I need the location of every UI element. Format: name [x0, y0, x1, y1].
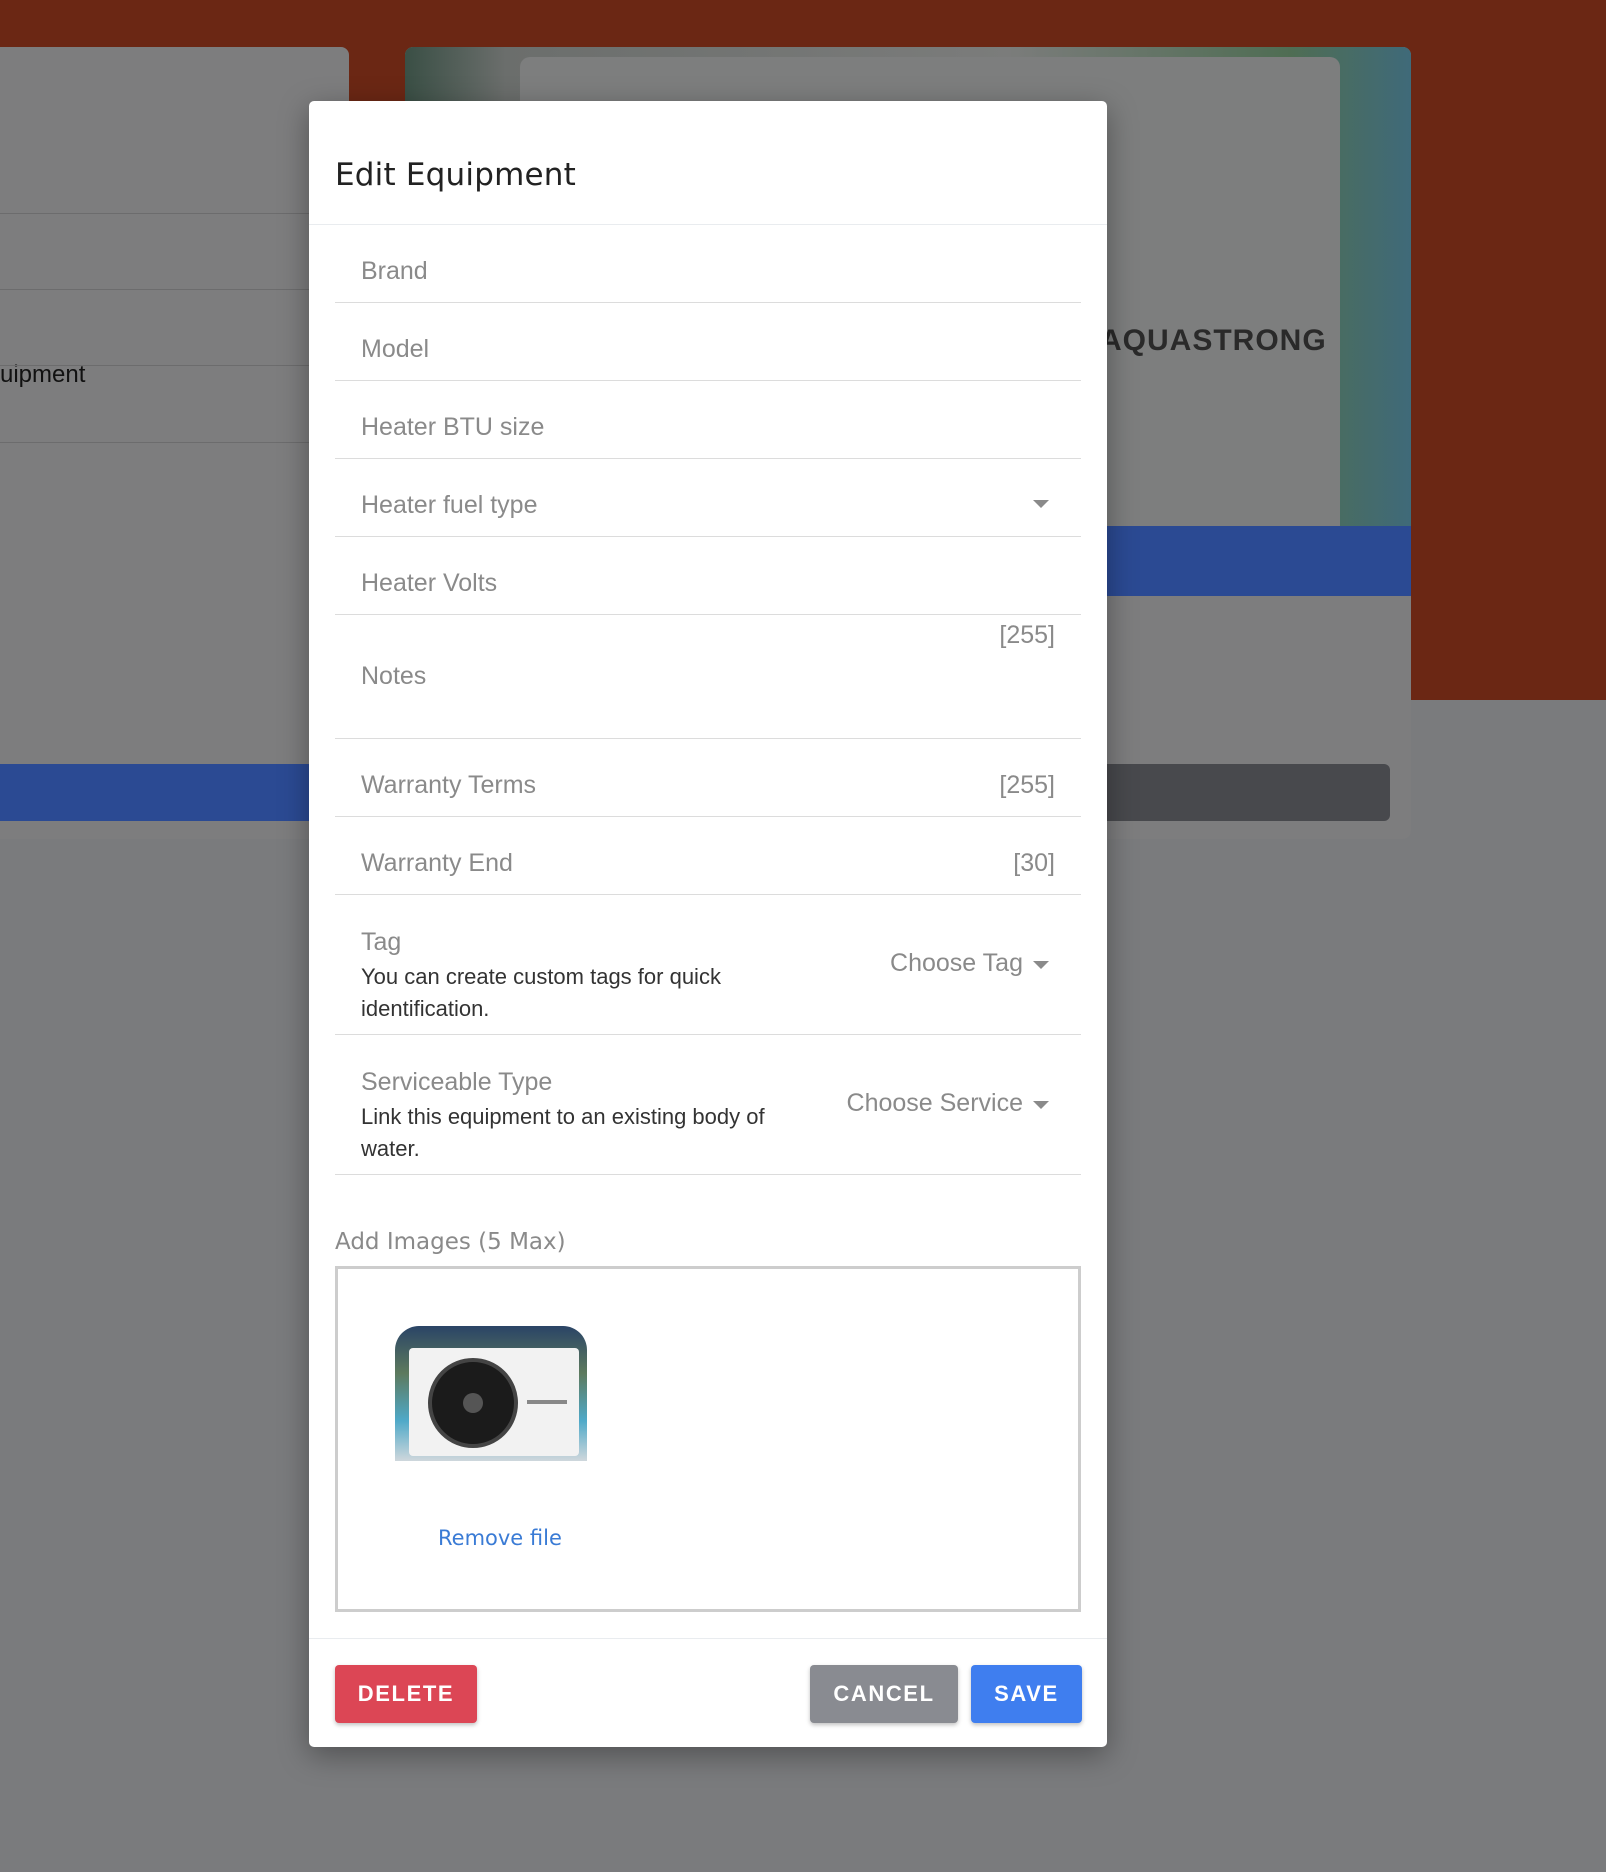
tag-help-text: You can create custom tags for quick ide… — [361, 964, 721, 1021]
heater-fuel-select[interactable]: Heater fuel type — [335, 459, 1081, 537]
modal-title: Edit Equipment — [335, 157, 576, 193]
serviceable-type-label: Serviceable Type — [361, 1068, 553, 1096]
warranty-terms-field[interactable]: Warranty Terms [255] — [335, 739, 1081, 817]
warranty-end-placeholder: Warranty End — [361, 849, 513, 877]
modal-header: Edit Equipment — [309, 101, 1107, 225]
image-dropzone[interactable]: Remove file — [335, 1266, 1081, 1612]
divider — [0, 442, 349, 443]
heater-fuel-placeholder: Heater fuel type — [361, 491, 538, 519]
chevron-down-icon[interactable] — [1033, 1101, 1049, 1109]
brand-field[interactable]: Brand — [335, 225, 1081, 303]
notes-field[interactable]: Notes [255] — [335, 615, 1081, 739]
cancel-button[interactable]: CANCEL — [810, 1665, 958, 1723]
serviceable-type-help-text: Link this equipment to an existing body … — [361, 1104, 765, 1161]
chevron-down-icon — [1033, 500, 1049, 508]
uploaded-image-thumbnail — [395, 1326, 587, 1461]
fan-hub-graphic — [463, 1393, 483, 1413]
warranty-terms-placeholder: Warranty Terms — [361, 771, 537, 799]
tag-field: Tag You can create custom tags for quick… — [335, 895, 1081, 1035]
background-button — [0, 764, 349, 821]
remove-file-link[interactable]: Remove file — [438, 1526, 562, 1550]
tag-label: Tag — [361, 928, 402, 956]
heater-volts-field[interactable]: Heater Volts — [335, 537, 1081, 615]
tag-select[interactable]: Choose Tag — [890, 949, 1023, 978]
add-images-label: Add Images (5 Max) — [335, 1229, 566, 1255]
save-button[interactable]: SAVE — [971, 1665, 1082, 1723]
modal-body: Brand Model Heater BTU size Heater fuel … — [335, 225, 1081, 1612]
equipment-brand-logo: AQUASTRONG — [1100, 324, 1327, 357]
warranty-end-field[interactable]: Warranty End [30] — [335, 817, 1081, 895]
divider — [0, 213, 349, 214]
service-select[interactable]: Choose Service — [847, 1089, 1023, 1118]
chevron-down-icon[interactable] — [1033, 961, 1049, 969]
background-button — [1060, 764, 1390, 821]
modal-footer: DELETE CANCEL SAVE — [309, 1638, 1107, 1747]
divider — [0, 289, 349, 290]
model-placeholder: Model — [361, 335, 430, 363]
notes-char-counter: [255] — [999, 621, 1055, 649]
serviceable-type-field: Serviceable Type Link this equipment to … — [335, 1035, 1081, 1175]
brand-placeholder: Brand — [361, 257, 428, 285]
edit-equipment-modal: Edit Equipment Brand Model Heater BTU si… — [309, 101, 1107, 1747]
heater-btu-field[interactable]: Heater BTU size — [335, 381, 1081, 459]
delete-button[interactable]: DELETE — [335, 1665, 477, 1723]
heater-btu-placeholder: Heater BTU size — [361, 413, 545, 441]
divider — [0, 365, 349, 366]
model-field[interactable]: Model — [335, 303, 1081, 381]
warranty-terms-char-counter: [255] — [999, 771, 1055, 799]
notes-placeholder: Notes — [361, 662, 427, 690]
heater-volts-placeholder: Heater Volts — [361, 569, 498, 597]
warranty-end-char-counter: [30] — [1013, 849, 1055, 877]
unit-logo-graphic — [527, 1400, 567, 1404]
background-card-left: uipment — [0, 47, 349, 839]
